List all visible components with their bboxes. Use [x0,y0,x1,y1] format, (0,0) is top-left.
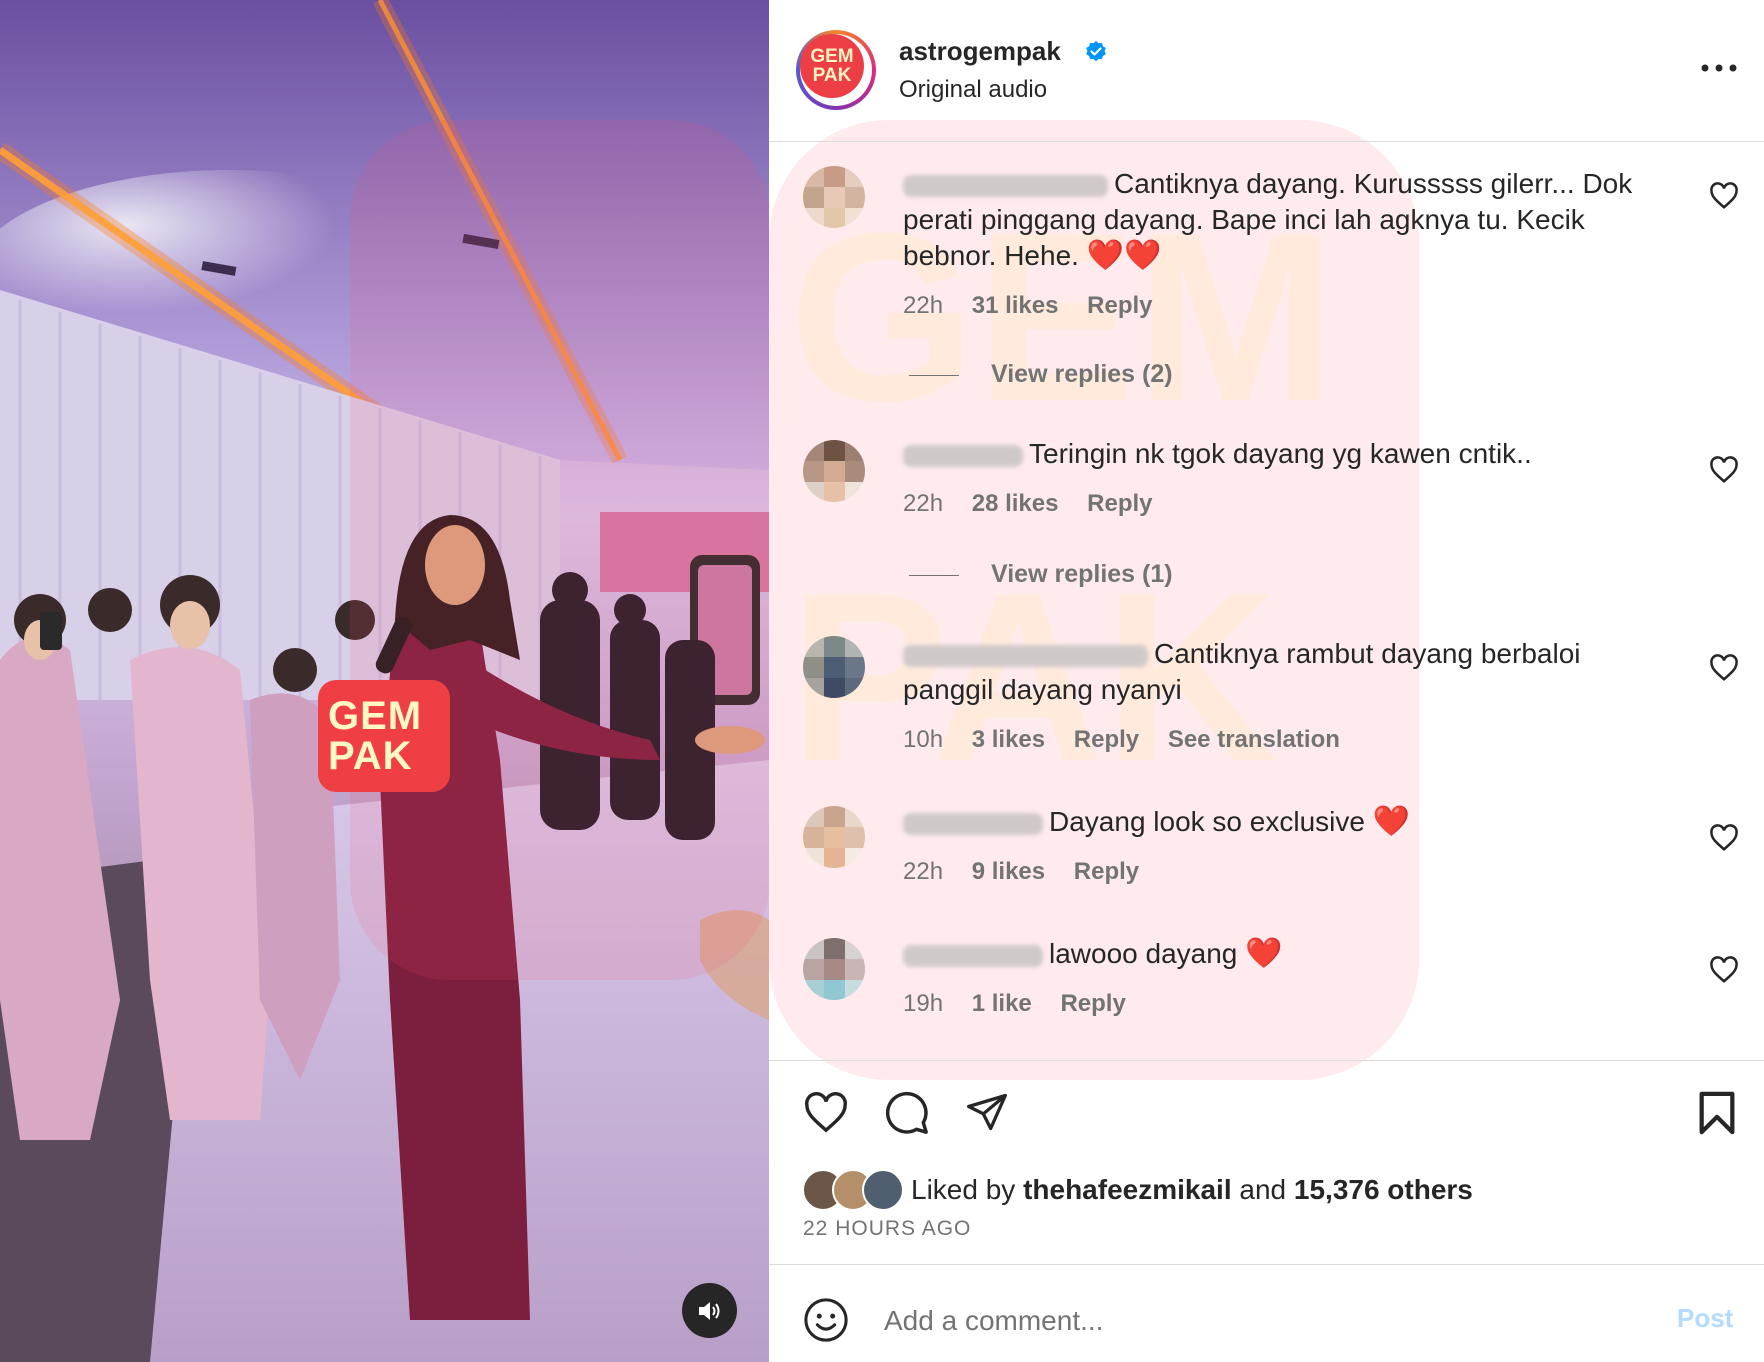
commenter-username-blurred[interactable] [903,174,1108,197]
comment-time: 19h [903,990,944,1017]
share-send-icon[interactable] [964,1090,1010,1134]
gempak-logo: GEM PAK [318,680,450,792]
reply-button[interactable]: Reply [1074,858,1139,885]
logo-text-top: GEM [328,694,423,738]
like-comment-heart-icon[interactable] [1709,956,1739,984]
comment-text: Cantiknya rambut dayang berbaloi panggil… [903,638,1581,705]
commenter-avatar[interactable] [803,806,865,868]
speaker-icon [698,1301,719,1320]
comment-likes[interactable]: 9 likes [972,858,1045,885]
comment-meta: 19h 1 like Reply [903,990,1148,1018]
like-comment-heart-icon[interactable] [1709,456,1739,484]
reply-button[interactable]: Reply [1060,990,1125,1017]
liker-avatar [862,1169,904,1211]
liked-by-text: Liked by thehafeezmikail and 15,376 othe… [911,1174,1473,1205]
verified-badge-icon [1086,41,1106,62]
comment-likes[interactable]: 31 likes [972,292,1059,319]
comment-meta: 22h 28 likes Reply [903,490,1175,518]
commenter-avatar[interactable] [803,938,865,1000]
liked-by-avatars[interactable] [802,1169,904,1211]
comment-likes[interactable]: 28 likes [972,490,1059,517]
post-timestamp[interactable]: 22 HOURS AGO [803,1217,971,1241]
profile-avatar[interactable]: GEM PAK [796,30,876,110]
reply-button[interactable]: Reply [1087,490,1152,517]
comment-text: Teringin nk tgok dayang yg kawen cntik.. [903,436,1643,472]
comment-meta: 10h 3 likes Reply See translation [903,726,1362,754]
post-panel: GEM PAK GEM PAK astrogempak Original aud… [769,0,1764,1362]
comment-time: 22h [903,858,944,885]
like-comment-heart-icon[interactable] [1709,824,1739,852]
mute-button[interactable] [682,1283,737,1338]
post-comment-button[interactable]: Post [1677,1303,1733,1334]
original-audio-link[interactable]: Original audio [899,76,1047,104]
comment-input[interactable] [882,1300,1586,1342]
reply-button[interactable]: Reply [1074,726,1139,753]
comment-time: 22h [903,292,944,319]
account-username[interactable]: astrogempak [899,36,1061,67]
comment-text: Dayang look so exclusive ❤️ [903,804,1643,840]
save-bookmark-icon[interactable] [1697,1090,1737,1136]
logo-text-bottom: PAK [328,734,413,778]
heart-emoji: ❤️ [1372,805,1411,838]
heart-emoji: ❤️❤️ [1086,239,1162,272]
emoji-smiley-icon[interactable] [803,1297,849,1343]
like-comment-heart-icon[interactable] [1709,182,1739,210]
commenter-avatar[interactable] [803,440,865,502]
comment-meta: 22h 31 likes Reply [903,292,1175,320]
see-translation-button[interactable]: See translation [1168,726,1340,753]
comment-time: 10h [903,726,944,753]
liker-username[interactable]: thehafeezmikail [1023,1174,1232,1205]
comment-time: 22h [903,490,944,517]
view-replies-button[interactable]: View replies (1) [909,560,1173,589]
comment-text: lawooo dayang ❤️ [903,936,1643,972]
comment-likes[interactable]: 1 like [972,990,1032,1017]
comment-text: Cantiknya dayang. Kurusssss gilerr... Do… [903,168,1633,272]
commenter-username-blurred[interactable] [903,644,1148,667]
like-comment-heart-icon[interactable] [1709,654,1739,682]
comment-meta: 22h 9 likes Reply [903,858,1161,886]
commenter-username-blurred[interactable] [903,444,1023,467]
comment-bubble-icon[interactable] [884,1090,930,1136]
commenter-username-blurred[interactable] [903,944,1043,967]
gempak-avatar-logo: GEM PAK [800,34,864,98]
likes-count[interactable]: 15,376 others [1294,1174,1473,1205]
post-header: GEM PAK astrogempak Original audio [769,0,1764,142]
view-replies-button[interactable]: View replies (2) [909,360,1173,389]
heart-emoji: ❤️ [1245,937,1283,970]
commenter-avatar[interactable] [803,166,865,228]
commenter-username-blurred[interactable] [903,812,1043,835]
comment-likes[interactable]: 3 likes [972,726,1045,753]
like-heart-icon[interactable] [803,1092,849,1134]
more-options-icon[interactable] [1695,56,1743,80]
commenter-avatar[interactable] [803,636,865,698]
reel-video[interactable]: GEM PAK [0,0,769,1362]
reply-button[interactable]: Reply [1087,292,1152,319]
